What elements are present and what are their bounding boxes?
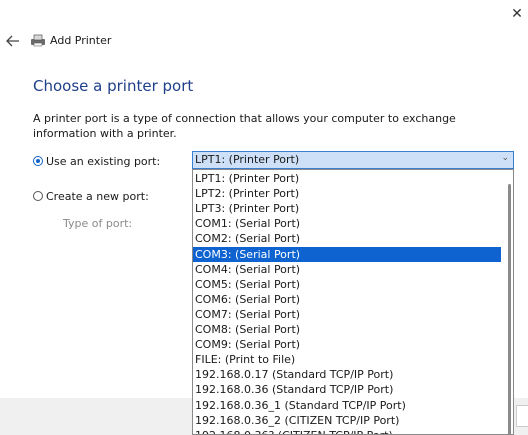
dropdown-item[interactable]: LPT3: (Printer Port) bbox=[193, 201, 501, 216]
add-printer-window: ✕ Add Printer Choose a printer port A pr… bbox=[0, 0, 528, 435]
footer-button[interactable] bbox=[516, 405, 528, 427]
new-port-radio[interactable] bbox=[33, 191, 43, 201]
existing-port-label[interactable]: Use an existing port: bbox=[46, 155, 160, 168]
dropdown-item[interactable]: COM9: (Serial Port) bbox=[193, 337, 501, 352]
dropdown-item[interactable]: 192.168.0.17 (Standard TCP/IP Port) bbox=[193, 367, 501, 382]
type-of-port-label: Type of port: bbox=[63, 217, 133, 230]
dropdown-item[interactable]: COM2: (Serial Port) bbox=[193, 231, 501, 246]
port-dropdown-list[interactable]: LPT1: (Printer Port) LPT2: (Printer Port)… bbox=[192, 169, 514, 435]
dropdown-item[interactable]: COM8: (Serial Port) bbox=[193, 322, 501, 337]
dropdown-scrollbar[interactable] bbox=[508, 184, 511, 434]
port-combobox[interactable]: LPT1: (Printer Port) ⌄ bbox=[192, 151, 514, 169]
dropdown-item[interactable]: COM6: (Serial Port) bbox=[193, 292, 501, 307]
dropdown-item[interactable]: FILE: (Print to File) bbox=[193, 352, 501, 367]
dropdown-item[interactable]: 192.168.0.36? (CITIZEN TCP/IP Port) bbox=[193, 428, 501, 434]
dropdown-item[interactable]: COM5: (Serial Port) bbox=[193, 277, 501, 292]
dropdown-item[interactable]: COM4: (Serial Port) bbox=[193, 262, 501, 277]
page-description: A printer port is a type of connection t… bbox=[33, 112, 456, 140]
close-icon[interactable]: ✕ bbox=[509, 6, 525, 22]
dropdown-item[interactable]: 192.168.0.36_1 (Standard TCP/IP Port) bbox=[193, 398, 501, 413]
chevron-down-icon[interactable]: ⌄ bbox=[501, 153, 509, 163]
dropdown-item[interactable]: 192.168.0.36 (Standard TCP/IP Port) bbox=[193, 382, 501, 397]
dropdown-item[interactable]: COM3: (Serial Port) bbox=[193, 246, 501, 262]
dropdown-item[interactable]: COM1: (Serial Port) bbox=[193, 216, 501, 231]
page-heading: Choose a printer port bbox=[33, 77, 194, 95]
dropdown-item[interactable]: 192.168.0.36_2 (CITIZEN TCP/IP Port) bbox=[193, 413, 501, 428]
combo-selected-value: LPT1: (Printer Port) bbox=[195, 153, 300, 166]
existing-port-radio[interactable] bbox=[33, 156, 43, 166]
window-title: Add Printer bbox=[50, 34, 112, 47]
dropdown-item[interactable]: COM7: (Serial Port) bbox=[193, 307, 501, 322]
dropdown-item[interactable]: LPT1: (Printer Port) bbox=[193, 171, 501, 186]
printer-icon bbox=[31, 34, 45, 47]
dropdown-item[interactable]: LPT2: (Printer Port) bbox=[193, 186, 501, 201]
new-port-label[interactable]: Create a new port: bbox=[46, 190, 149, 203]
back-arrow-icon[interactable] bbox=[5, 33, 21, 49]
